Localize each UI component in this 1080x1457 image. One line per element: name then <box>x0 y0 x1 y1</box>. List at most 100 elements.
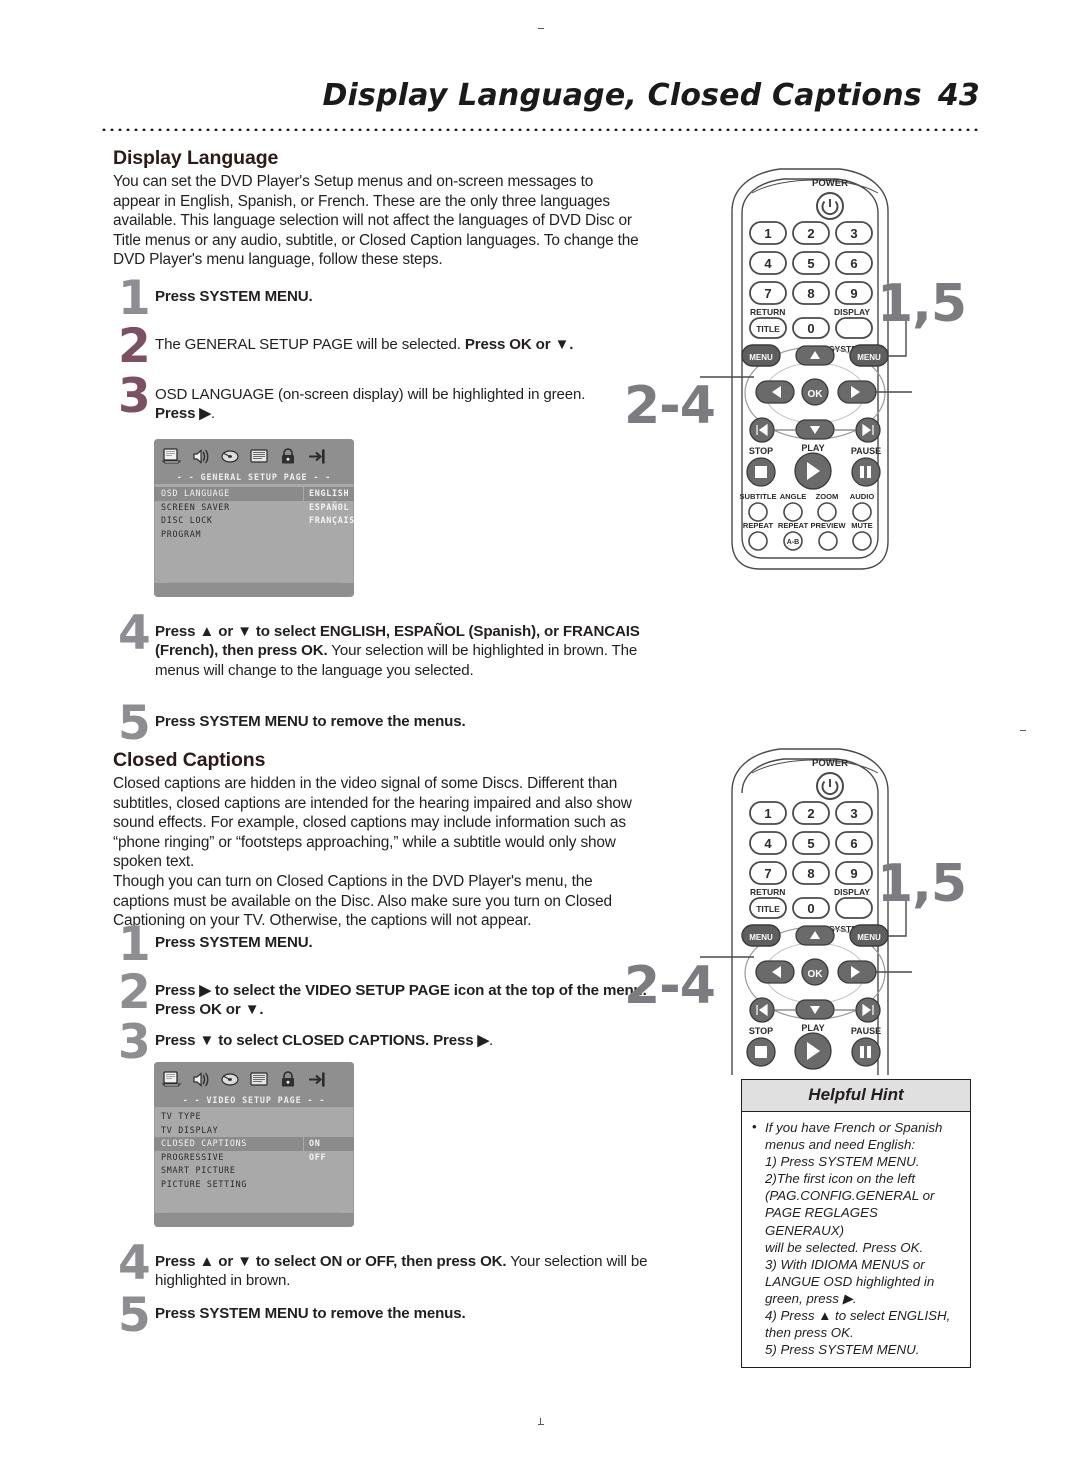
osd-row-closed-captions[interactable]: CLOSED CAPTIONS <box>154 1137 303 1151</box>
title-button[interactable]: TITLE <box>749 317 787 339</box>
osd-option-off[interactable]: OFF <box>304 1151 326 1165</box>
previous-track-button[interactable] <box>749 417 775 443</box>
osd-option-english[interactable]: ENGLISH <box>304 487 354 501</box>
osd-option-espanol[interactable]: ESPAÑOL <box>304 501 349 515</box>
display-button[interactable] <box>835 317 873 339</box>
osd-row-tv-display[interactable]: TV DISPLAY <box>154 1124 354 1138</box>
svg-text:3: 3 <box>850 226 857 241</box>
audio-button[interactable] <box>852 502 872 522</box>
stop-button[interactable] <box>746 1037 776 1067</box>
pause-label: PAUSE <box>851 446 881 456</box>
number-key-6[interactable]: 6 <box>835 831 873 855</box>
number-key-2[interactable]: 2 <box>792 801 830 825</box>
svg-text:1: 1 <box>764 226 771 241</box>
preference-setup-icon[interactable] <box>249 1071 269 1088</box>
page-title: Display Language, Closed Captions 43 <box>100 78 980 113</box>
number-key-9[interactable]: 9 <box>835 281 873 305</box>
audio-setup-icon[interactable] <box>191 448 211 465</box>
display-language-section: Display Language You can set the DVD Pla… <box>113 147 643 270</box>
nav-up-button[interactable] <box>795 345 835 366</box>
general-setup-icon[interactable] <box>162 447 182 465</box>
play-button[interactable] <box>794 452 832 490</box>
preference-setup-icon[interactable] <box>249 448 269 465</box>
svg-text:4: 4 <box>764 256 772 271</box>
previous-track-button[interactable] <box>749 997 775 1023</box>
stop-button[interactable] <box>746 457 776 487</box>
disc-menu-button[interactable]: MENU <box>741 924 781 947</box>
number-key-6[interactable]: 6 <box>835 251 873 275</box>
number-key-0[interactable]: 0 <box>792 317 830 339</box>
nav-up-button[interactable] <box>795 925 835 946</box>
repeat-button[interactable] <box>748 531 768 551</box>
system-menu-button[interactable]: MENU <box>849 344 889 367</box>
mute-button[interactable] <box>852 531 872 551</box>
svg-text:5: 5 <box>807 256 814 271</box>
power-button[interactable] <box>816 192 844 220</box>
number-key-0[interactable]: 0 <box>792 897 830 919</box>
nav-down-button[interactable] <box>795 419 835 440</box>
display-language-heading: Display Language <box>113 147 279 169</box>
exit-setup-icon[interactable] <box>307 448 327 465</box>
osd-row-osd-language[interactable]: OSD LANGUAGE <box>154 487 303 501</box>
number-key-4[interactable]: 4 <box>749 831 787 855</box>
preview-button[interactable] <box>818 531 838 551</box>
pause-button[interactable] <box>851 457 881 487</box>
svg-text:MENU: MENU <box>857 933 881 942</box>
number-key-7[interactable]: 7 <box>749 281 787 305</box>
power-button[interactable] <box>816 772 844 800</box>
hint-line: then press OK. <box>765 1325 854 1341</box>
display-button[interactable] <box>835 897 873 919</box>
password-lock-icon[interactable] <box>278 1070 298 1088</box>
number-key-1[interactable]: 1 <box>749 801 787 825</box>
nav-right-button[interactable] <box>837 380 877 404</box>
ok-button[interactable]: OK <box>801 958 829 986</box>
angle-button[interactable] <box>783 502 803 522</box>
video-setup-icon[interactable] <box>220 1071 240 1088</box>
video-setup-icon[interactable] <box>220 448 240 465</box>
ok-button[interactable]: OK <box>801 378 829 406</box>
number-key-3[interactable]: 3 <box>835 221 873 245</box>
play-button[interactable] <box>794 1032 832 1070</box>
svg-text:MENU: MENU <box>749 933 773 942</box>
osd-general-setup-page: - - GENERAL SETUP PAGE - - OSD LANGUAGE … <box>154 439 354 597</box>
password-lock-icon[interactable] <box>278 447 298 465</box>
general-setup-icon[interactable] <box>162 1070 182 1088</box>
display-label: DISPLAY <box>834 307 870 317</box>
number-key-5[interactable]: 5 <box>792 831 830 855</box>
osd-option-on[interactable]: ON <box>304 1137 354 1151</box>
zoom-button[interactable] <box>817 502 837 522</box>
number-key-9[interactable]: 9 <box>835 861 873 885</box>
number-key-7[interactable]: 7 <box>749 861 787 885</box>
osd-row-picture-setting[interactable]: PICTURE SETTING <box>154 1178 354 1192</box>
number-key-8[interactable]: 8 <box>792 281 830 305</box>
step-number: 4 <box>118 606 151 661</box>
number-key-4[interactable]: 4 <box>749 251 787 275</box>
osd-row-smart-picture[interactable]: SMART PICTURE <box>154 1164 354 1178</box>
next-track-button[interactable] <box>855 997 881 1023</box>
svg-text:1: 1 <box>764 806 771 821</box>
next-track-button[interactable] <box>855 417 881 443</box>
closed-captions-steps: 1 Press SYSTEM MENU. 2 Press ▶ to select… <box>113 921 653 1077</box>
step-1: 1 Press SYSTEM MENU. <box>113 275 653 331</box>
disc-menu-button[interactable]: MENU <box>741 344 781 367</box>
number-key-5[interactable]: 5 <box>792 251 830 275</box>
audio-setup-icon[interactable] <box>191 1071 211 1088</box>
nav-down-button[interactable] <box>795 999 835 1020</box>
osd-option-francais[interactable]: FRANÇAIS <box>304 514 354 528</box>
system-menu-button[interactable]: MENU <box>849 924 889 947</box>
osd-row-program[interactable]: PROGRAM <box>154 528 354 542</box>
subtitle-button[interactable] <box>748 502 768 522</box>
exit-setup-icon[interactable] <box>307 1071 327 1088</box>
number-key-8[interactable]: 8 <box>792 861 830 885</box>
nav-right-button[interactable] <box>837 960 877 984</box>
osd-footer-bar <box>154 1213 354 1227</box>
number-key-3[interactable]: 3 <box>835 801 873 825</box>
osd-row-tv-type[interactable]: TV TYPE <box>154 1110 354 1124</box>
number-key-1[interactable]: 1 <box>749 221 787 245</box>
title-button[interactable]: TITLE <box>749 897 787 919</box>
pause-button[interactable] <box>851 1037 881 1067</box>
svg-text:9: 9 <box>850 866 857 881</box>
nav-left-button[interactable] <box>755 380 795 404</box>
number-key-2[interactable]: 2 <box>792 221 830 245</box>
nav-left-button[interactable] <box>755 960 795 984</box>
